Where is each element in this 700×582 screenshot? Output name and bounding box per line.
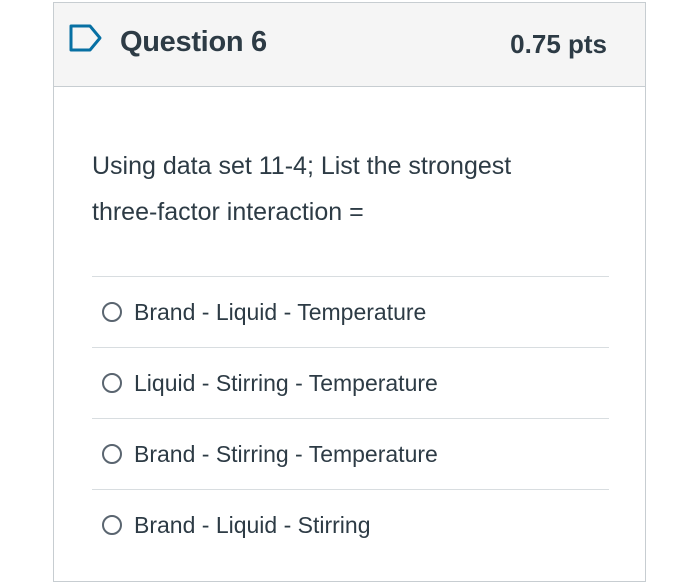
question-text-line: Using data set 11-4; List the strongest — [92, 152, 512, 180]
question-header: Question 6 0.75 pts — [54, 3, 645, 87]
radio-button[interactable] — [102, 302, 122, 322]
answer-option[interactable]: Liquid - Stirring - Temperature — [92, 347, 609, 418]
radio-button[interactable] — [102, 515, 122, 535]
answer-option[interactable]: Brand - Liquid - Temperature — [92, 276, 609, 347]
question-points: 0.75 pts — [510, 29, 607, 59]
answer-option[interactable]: Brand - Stirring - Temperature — [92, 418, 609, 489]
question-card: Question 6 0.75 pts Using data set 11-4;… — [53, 2, 646, 582]
answer-label[interactable]: Liquid - Stirring - Temperature — [134, 370, 438, 397]
radio-button[interactable] — [102, 373, 122, 393]
question-text-line: three-factor interaction = — [92, 198, 364, 226]
question-text: Using data set 11-4; List the strongest … — [92, 143, 612, 235]
answer-label[interactable]: Brand - Liquid - Temperature — [134, 299, 426, 326]
answer-label[interactable]: Brand - Stirring - Temperature — [134, 441, 438, 468]
flag-question-icon[interactable] — [68, 23, 104, 53]
radio-button[interactable] — [102, 444, 122, 464]
answer-list: Brand - Liquid - Temperature Liquid - St… — [92, 276, 609, 560]
question-title: Question 6 — [120, 26, 267, 58]
answer-option[interactable]: Brand - Liquid - Stirring — [92, 489, 609, 560]
answer-label[interactable]: Brand - Liquid - Stirring — [134, 512, 371, 539]
